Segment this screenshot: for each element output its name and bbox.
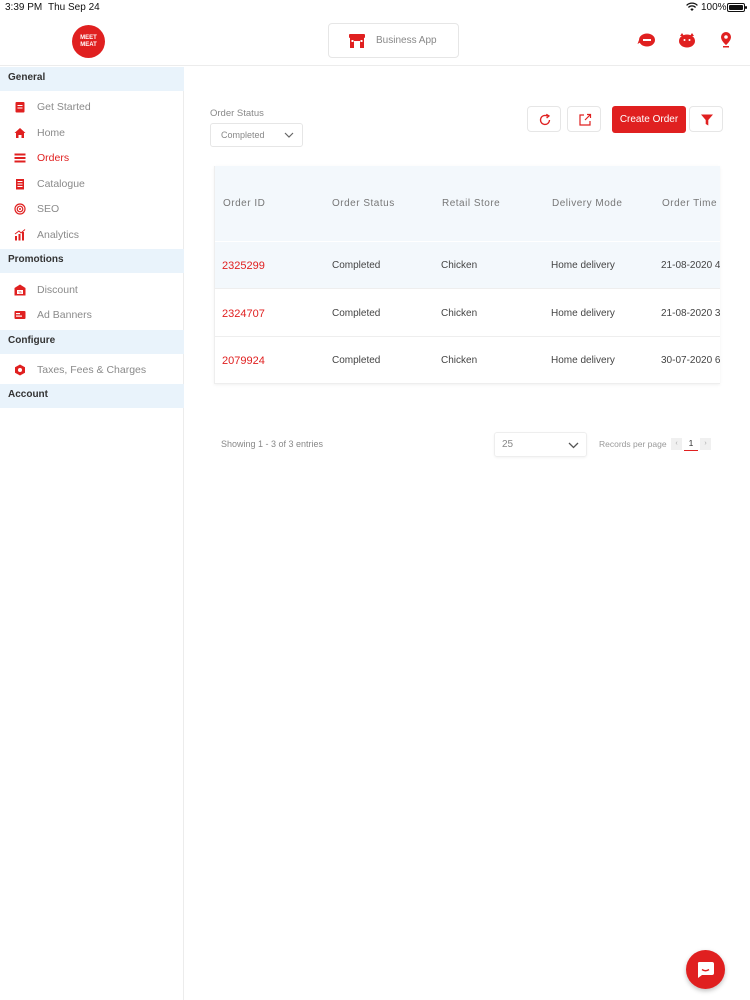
- delivery-mode-cell: Home delivery: [551, 355, 615, 366]
- create-order-button[interactable]: Create Order: [612, 106, 686, 133]
- records-per-page-value: 25: [502, 439, 514, 450]
- column-header-delivery-mode[interactable]: Delivery Mode: [552, 198, 622, 209]
- chat-button[interactable]: [686, 950, 725, 989]
- filter-button[interactable]: [689, 106, 723, 132]
- analytics-icon: [14, 229, 26, 241]
- sidebar-item-label: Discount: [37, 284, 78, 296]
- sidebar-item-taxes[interactable]: Taxes, Fees & Charges: [0, 358, 184, 382]
- discount-store-icon: %: [14, 284, 26, 296]
- sidebar-section-account[interactable]: Account: [0, 384, 184, 408]
- order-id-link[interactable]: 2079924: [222, 355, 265, 367]
- sidebar-item-home[interactable]: Home: [0, 121, 184, 145]
- sidebar-item-label: SEO: [37, 203, 60, 215]
- retail-store-cell: Chicken: [441, 308, 478, 319]
- pig-icon[interactable]: [677, 30, 697, 50]
- taxes-icon: [15, 364, 25, 376]
- order-time-cell: 21-08-2020 3: [661, 308, 720, 319]
- sidebar-item-label: Orders: [37, 152, 70, 164]
- orders-table: Order ID Order Status Retail Store Deliv…: [214, 166, 720, 384]
- chat-bubble-icon: [697, 962, 714, 978]
- page-number-1[interactable]: 1: [684, 438, 698, 451]
- column-header-order-time[interactable]: Order Time: [662, 198, 717, 209]
- catalogue-icon: [16, 179, 24, 190]
- store-icon: [349, 34, 365, 48]
- retail-store-cell: Chicken: [441, 355, 478, 366]
- sidebar-item-label: Home: [37, 127, 66, 139]
- column-header-order-id[interactable]: Order ID: [223, 198, 265, 209]
- location-pin-icon[interactable]: [716, 30, 736, 50]
- banner-icon: [14, 311, 26, 319]
- sidebar-item-analytics[interactable]: Analytics: [0, 223, 184, 247]
- sidebar-item-label: Taxes, Fees & Charges: [37, 364, 147, 376]
- records-per-page-label: Records per page: [599, 439, 667, 449]
- export-button[interactable]: [567, 106, 601, 132]
- export-icon: [579, 113, 592, 126]
- sidebar-item-label: Ad Banners: [37, 309, 92, 321]
- order-id-link[interactable]: 2324707: [222, 308, 265, 320]
- sidebar-section-general: General: [0, 67, 184, 91]
- support-agent-icon[interactable]: [637, 30, 657, 50]
- order-status-cell: Completed: [332, 308, 381, 319]
- sidebar-item-seo[interactable]: SEO: [0, 197, 184, 221]
- order-status-value: Completed: [221, 130, 265, 140]
- order-status-select[interactable]: Completed: [210, 123, 303, 147]
- sidebar-item-orders[interactable]: Orders: [0, 146, 184, 170]
- clipboard-icon: [15, 102, 25, 113]
- refresh-button[interactable]: [527, 106, 561, 132]
- chevron-down-icon: [284, 132, 294, 138]
- status-date: Thu Sep 24: [48, 2, 100, 13]
- home-icon: [14, 128, 26, 138]
- sidebar-item-get-started[interactable]: Get Started: [0, 95, 184, 119]
- sidebar-section-promotions: Promotions: [0, 249, 184, 273]
- order-status-label: Order Status: [210, 108, 264, 119]
- sidebar-section-configure: Configure: [0, 330, 184, 354]
- svg-text:%: %: [18, 290, 21, 294]
- sidebar-item-catalogue[interactable]: Catalogue: [0, 172, 184, 196]
- sidebar-item-ad-banners[interactable]: Ad Banners: [0, 303, 184, 327]
- order-id-link[interactable]: 2325299: [222, 260, 265, 272]
- order-status-cell: Completed: [332, 260, 381, 271]
- delivery-mode-cell: Home delivery: [551, 308, 615, 319]
- order-time-cell: 21-08-2020 4: [661, 260, 720, 271]
- table-header: Order ID Order Status Retail Store Deliv…: [215, 166, 720, 241]
- records-per-page-select[interactable]: 25: [494, 432, 587, 457]
- filter-icon: [701, 114, 713, 126]
- sidebar: General Get Started Home Orders Catalogu…: [0, 67, 184, 1000]
- business-app-label: Business App: [376, 35, 437, 46]
- order-time-cell: 30-07-2020 6: [661, 355, 720, 366]
- column-header-order-status[interactable]: Order Status: [332, 198, 395, 209]
- battery-icon: [727, 3, 747, 12]
- target-icon: [14, 203, 26, 215]
- entries-summary: Showing 1 - 3 of 3 entries: [221, 439, 324, 449]
- sidebar-item-discount[interactable]: % Discount: [0, 278, 184, 302]
- column-header-retail-store[interactable]: Retail Store: [442, 198, 500, 209]
- orders-icon: [14, 153, 26, 163]
- refresh-icon: [539, 113, 551, 126]
- app-header: MEET MEAT Business App: [0, 16, 750, 66]
- business-app-button[interactable]: Business App: [328, 23, 459, 58]
- retail-store-cell: Chicken: [441, 260, 478, 271]
- delivery-mode-cell: Home delivery: [551, 260, 615, 271]
- order-status-cell: Completed: [332, 355, 381, 366]
- table-row[interactable]: 2324707 Completed Chicken Home delivery …: [215, 290, 720, 337]
- sidebar-item-label: Get Started: [37, 101, 91, 113]
- wifi-icon: [686, 2, 698, 11]
- sidebar-item-label: Analytics: [37, 229, 80, 241]
- sidebar-item-label: Catalogue: [37, 178, 85, 190]
- status-time: 3:39 PM: [5, 2, 43, 13]
- prev-page-button[interactable]: ‹: [671, 438, 682, 450]
- table-row[interactable]: 2079924 Completed Chicken Home delivery …: [215, 337, 720, 384]
- chevron-down-icon: [568, 442, 579, 449]
- brand-logo[interactable]: MEET MEAT: [72, 25, 105, 58]
- next-page-button[interactable]: ›: [700, 438, 711, 450]
- status-bar: 3:39 PM Thu Sep 24 100%: [0, 0, 750, 16]
- battery-percent: 100%: [701, 2, 727, 13]
- table-row[interactable]: 2325299 Completed Chicken Home delivery …: [215, 242, 720, 289]
